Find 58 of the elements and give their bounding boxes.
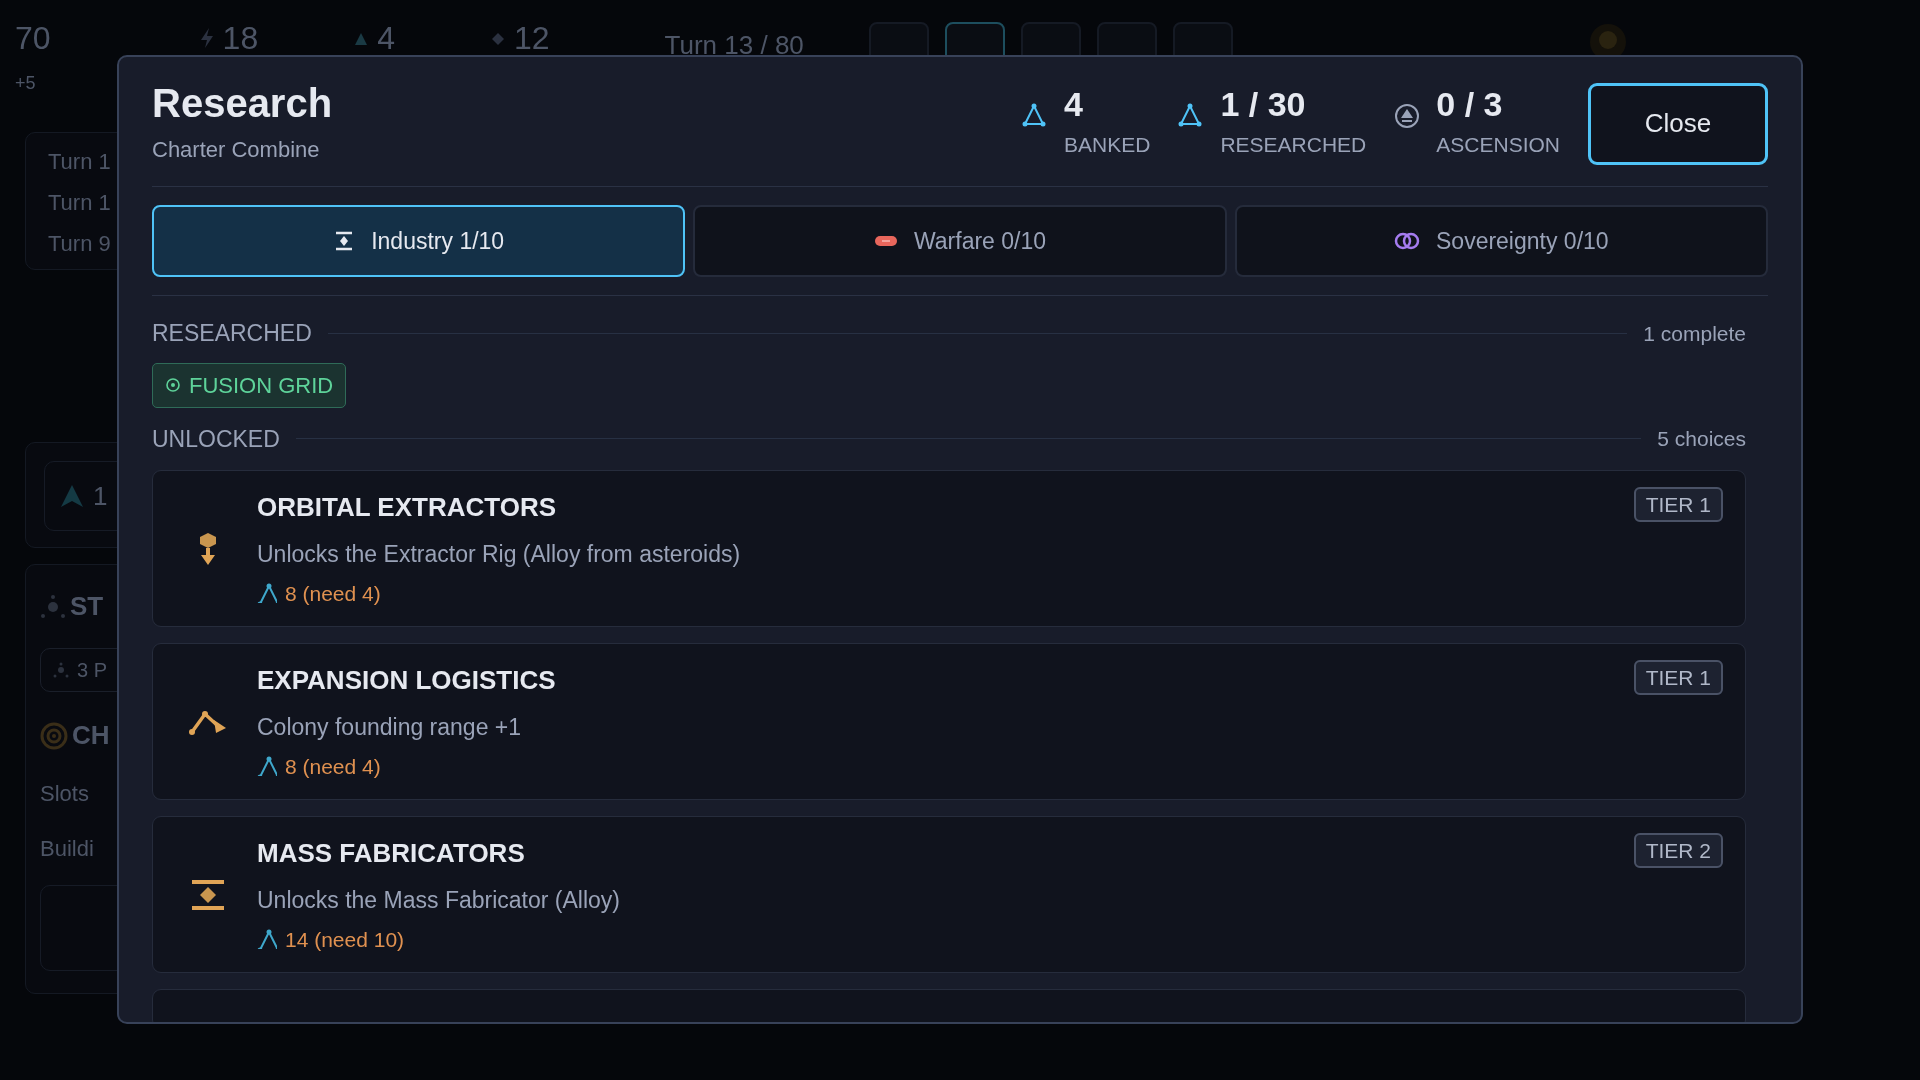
station-title: ST xyxy=(70,590,104,623)
section-heading: UNLOCKED xyxy=(152,424,280,454)
section-title: CH xyxy=(72,719,110,752)
arrow-icon xyxy=(59,483,85,509)
category-tab[interactable]: Sovereignty 0/10 xyxy=(1234,205,1768,277)
resource-value: 12 xyxy=(514,22,550,54)
stat-label: ASCENSION xyxy=(1436,131,1560,158)
rings-icon xyxy=(1394,230,1420,252)
ascension-icon xyxy=(1394,102,1421,129)
credits-delta: +5 xyxy=(15,72,37,95)
stat-value: 0 / 3 xyxy=(1436,86,1504,121)
target-icon xyxy=(165,377,181,393)
tech-name: MASS FABRICATORS xyxy=(257,837,526,870)
section-count: 5 choices xyxy=(1657,426,1746,452)
tech-cost: 8 (need 4) xyxy=(285,580,381,607)
target-icon xyxy=(40,721,68,750)
dots-icon xyxy=(53,662,69,678)
credits-value: 70 xyxy=(15,22,51,54)
stat-value: 4 xyxy=(1064,86,1084,121)
row-label: Slots xyxy=(40,780,90,808)
dots-icon xyxy=(40,593,66,620)
tier-badge: TIER 1 xyxy=(1633,660,1723,695)
history-entry: Turn 1 xyxy=(48,148,111,176)
section-heading: RESEARCHED xyxy=(152,319,312,348)
resource-value: 4 xyxy=(377,22,395,54)
tier-badge: TIER 2 xyxy=(1633,833,1723,868)
close-button[interactable]: Close xyxy=(1588,82,1768,165)
triangle-icon xyxy=(257,583,277,604)
capsule-icon xyxy=(873,234,898,248)
tech-description: Colony founding range +1 xyxy=(257,713,523,742)
chip-label: 3 P xyxy=(77,658,108,683)
drill-icon xyxy=(197,530,219,567)
fabricator-icon xyxy=(191,878,225,911)
summary-value: 1 xyxy=(93,479,108,513)
stat-label: RESEARCHED xyxy=(1220,131,1367,158)
turn-counter: Turn 13 / 80 xyxy=(664,29,804,62)
category-tab[interactable]: Industry 1/10 xyxy=(152,205,686,277)
bolt-icon xyxy=(198,27,215,49)
history-entry: Turn 9 xyxy=(48,230,111,258)
dialog-subtitle: Charter Combine xyxy=(152,136,321,164)
stat-label: BANKED xyxy=(1064,131,1151,158)
tech-chip: FUSION GRID xyxy=(152,362,347,408)
triangle-icon xyxy=(257,756,277,777)
tech-name: ORBITAL EXTRACTORS xyxy=(257,491,557,524)
resource-value: 18 xyxy=(222,22,259,54)
tech-description: Unlocks the Mass Fabricator (Alloy) xyxy=(257,886,621,915)
tier-badge: TIER 1 xyxy=(1633,487,1723,522)
history-entry: Turn 1 xyxy=(48,189,111,217)
section-count: 1 complete xyxy=(1643,320,1746,347)
category-tab[interactable]: Warfare 0/10 xyxy=(693,205,1227,277)
row-label: Buildi xyxy=(40,835,95,863)
tech-cost: 14 (need 10) xyxy=(285,926,405,953)
dialog-title: Research xyxy=(152,81,334,125)
tech-name: EXPANSION LOGISTICS xyxy=(257,664,557,697)
tech-description: Unlocks the Extractor Rig (Alloy from asteroids) xyxy=(257,540,742,569)
triangle-icon xyxy=(257,929,277,950)
tech-cost: 8 (need 4) xyxy=(285,753,381,780)
stat-value: 1 / 30 xyxy=(1220,86,1307,121)
